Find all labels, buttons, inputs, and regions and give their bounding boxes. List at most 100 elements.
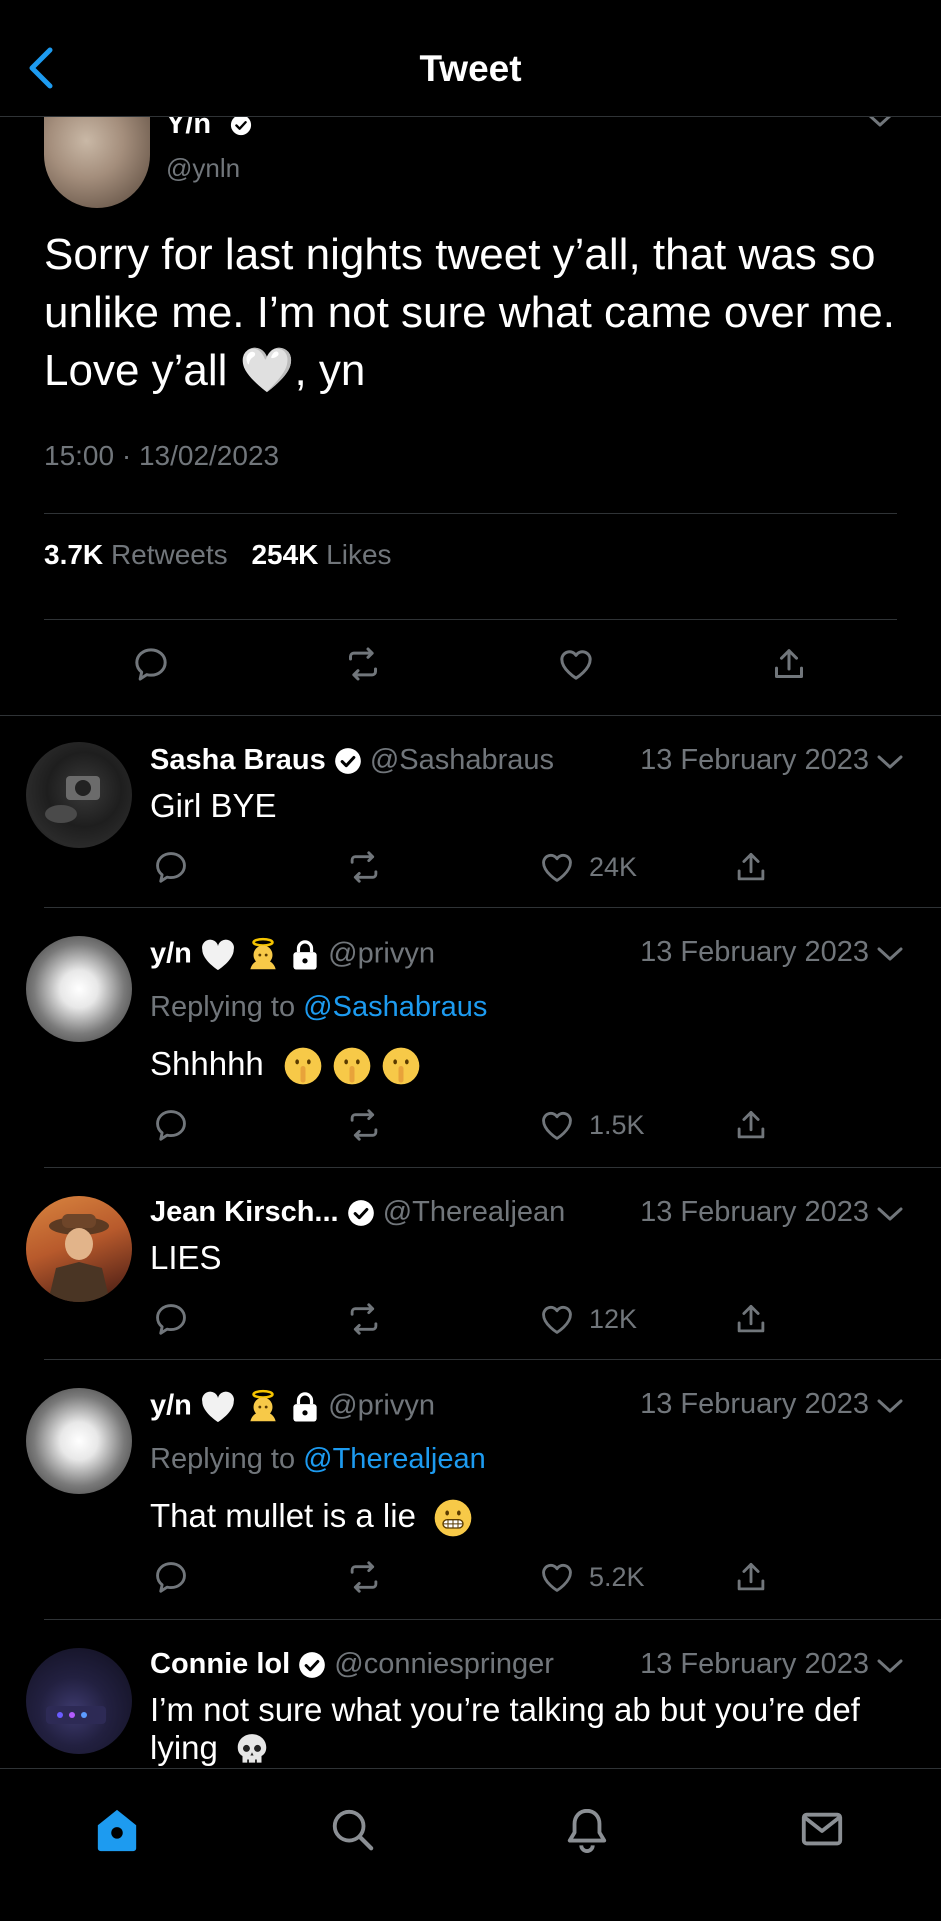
retweet-button[interactable] — [345, 848, 383, 886]
reply-author-handle[interactable]: @Therealjean — [383, 1196, 566, 1228]
tab-search[interactable] — [329, 1806, 375, 1854]
reply-author-handle[interactable]: @privyn — [328, 1390, 435, 1422]
replying-to-label: Replying to — [150, 991, 296, 1023]
reply-icon — [135, 648, 167, 681]
chevron-down-icon — [877, 947, 903, 961]
tab-messages[interactable] — [799, 1806, 845, 1854]
replying-to-handle[interactable]: @Sashabraus — [303, 991, 487, 1023]
search-icon — [332, 1809, 374, 1851]
reply-tweet[interactable]: Connie lol @conniespringer 13 February 2… — [0, 1620, 941, 1768]
reply-button[interactable] — [131, 644, 171, 684]
heart-icon — [542, 853, 572, 882]
retweet-button[interactable] — [345, 1558, 383, 1596]
reply-icon — [156, 852, 186, 883]
share-button[interactable] — [732, 1558, 770, 1596]
reply-author-name[interactable]: Connie lol — [150, 1648, 290, 1680]
reply-tweet[interactable]: y/n @privyn 13 February 2023 Replying to… — [0, 908, 941, 1168]
author-handle[interactable]: @ynln — [166, 153, 240, 184]
avatar[interactable] — [26, 1648, 132, 1754]
reply-date: 13 February 2023 — [640, 1648, 869, 1680]
reply-date: 13 February 2023 — [640, 1388, 869, 1420]
home-icon — [97, 1809, 137, 1852]
reply-author-handle[interactable]: @Sashabraus — [370, 744, 554, 776]
verified-badge-icon — [299, 1652, 326, 1679]
notifications-icon — [567, 1808, 607, 1853]
angel-emoji-icon — [250, 937, 276, 970]
reply-text-row: Shhhhh — [150, 1045, 890, 1086]
verified-badge-icon — [230, 114, 252, 136]
white-heart-icon — [202, 939, 234, 970]
retweet-icon — [350, 1303, 378, 1335]
reply-button[interactable] — [152, 1558, 190, 1596]
like-button[interactable] — [538, 1300, 576, 1338]
retweet-button[interactable] — [345, 1106, 383, 1144]
reply-text: Shhhhh — [150, 1045, 264, 1082]
verified-badge-icon — [334, 748, 361, 775]
tab-home[interactable] — [94, 1806, 140, 1854]
like-count[interactable]: 1.5K — [589, 1110, 645, 1141]
reply-button[interactable] — [152, 1300, 190, 1338]
likes-count[interactable]: 254K — [251, 539, 318, 570]
angel-emoji-icon — [250, 1389, 276, 1422]
reply-text-row: I’m not sure what you’re talking ab but … — [150, 1691, 890, 1768]
replying-to-label: Replying to — [150, 1443, 296, 1475]
more-options-button[interactable] — [876, 946, 904, 964]
divider — [44, 513, 897, 514]
reply-tweet[interactable]: Jean Kirsch... @Therealjean 13 February … — [0, 1168, 941, 1360]
reply-tweet[interactable]: y/n @privyn 13 February 2023 Replying to… — [0, 1360, 941, 1620]
retweet-icon — [350, 1561, 378, 1593]
more-options-button[interactable] — [876, 1206, 904, 1224]
tweet-stats: 3.7K Retweets 254K Likes — [44, 539, 408, 571]
share-button[interactable] — [732, 1300, 770, 1338]
avatar[interactable] — [26, 1388, 132, 1494]
reply-author-name[interactable]: y/n — [150, 938, 192, 970]
reply-text: Girl BYE — [150, 787, 277, 824]
retweets-count[interactable]: 3.7K — [44, 539, 103, 570]
retweet-button[interactable] — [343, 644, 383, 684]
reply-icon — [156, 1304, 186, 1335]
reply-tweet[interactable]: Sasha Braus @Sashabraus 13 February 2023… — [0, 716, 941, 908]
like-button[interactable] — [538, 1558, 576, 1596]
reply-icon — [156, 1562, 186, 1593]
heart-icon — [560, 650, 592, 680]
like-button[interactable] — [538, 1106, 576, 1144]
reply-text-row: That mullet is a lie — [150, 1497, 890, 1538]
share-button[interactable] — [732, 1106, 770, 1144]
tweet-timestamp: 15:00 · 13/02/2023 — [44, 440, 280, 471]
share-button[interactable] — [769, 644, 809, 684]
tweet-text: Sorry for last nights tweet y’all, that … — [44, 230, 895, 395]
like-count[interactable]: 12K — [589, 1304, 637, 1335]
grimacing-emoji-icon — [434, 1499, 472, 1537]
verified-badge-icon — [347, 1200, 374, 1227]
tab-notifications[interactable] — [564, 1806, 610, 1854]
like-count[interactable]: 24K — [589, 852, 637, 883]
more-options-button[interactable] — [876, 1658, 904, 1676]
like-button[interactable] — [556, 644, 596, 684]
retweets-label[interactable]: Retweets — [111, 539, 228, 570]
avatar[interactable] — [26, 1196, 132, 1302]
retweet-button[interactable] — [345, 1300, 383, 1338]
reply-button[interactable] — [152, 1106, 190, 1144]
reply-author-handle[interactable]: @privyn — [328, 938, 435, 970]
more-options-button[interactable] — [876, 754, 904, 772]
lock-icon — [293, 940, 317, 970]
share-icon — [737, 852, 765, 881]
reply-author-name[interactable]: y/n — [150, 1390, 192, 1422]
reply-author-name[interactable]: Jean Kirsch... — [150, 1196, 339, 1228]
like-button[interactable] — [538, 848, 576, 886]
heart-icon — [542, 1305, 572, 1334]
reply-author-name[interactable]: Sasha Braus — [150, 744, 326, 776]
more-options-button[interactable] — [876, 1398, 904, 1416]
author-avatar[interactable] — [44, 112, 150, 208]
like-count[interactable]: 5.2K — [589, 1562, 645, 1593]
reply-button[interactable] — [152, 848, 190, 886]
likes-label[interactable]: Likes — [326, 539, 391, 570]
avatar[interactable] — [26, 742, 132, 848]
share-icon — [737, 1562, 765, 1591]
avatar[interactable] — [26, 936, 132, 1042]
share-button[interactable] — [732, 848, 770, 886]
page-title: Tweet — [419, 48, 522, 89]
replying-to-handle[interactable]: @Therealjean — [303, 1443, 486, 1475]
chevron-down-icon — [877, 1207, 903, 1221]
reply-author-handle[interactable]: @conniespringer — [334, 1648, 554, 1680]
